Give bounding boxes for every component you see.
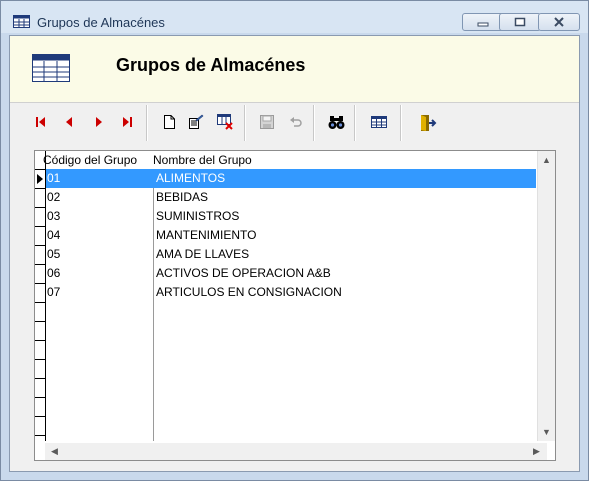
cell-name: SUMINISTROS [156, 209, 240, 223]
next-record-button[interactable] [88, 111, 110, 133]
vertical-scrollbar[interactable]: ▲ ▼ [537, 151, 555, 441]
close-button[interactable] [538, 13, 580, 31]
table-row[interactable]: 04 MANTENIMIENTO [46, 226, 536, 245]
scroll-down-icon[interactable]: ▼ [542, 427, 551, 437]
cell-name: MANTENIMIENTO [156, 228, 257, 242]
table-icon [32, 54, 70, 82]
table-row[interactable]: 05 AMA DE LLAVES [46, 245, 536, 264]
save-button[interactable] [256, 111, 278, 133]
table-row[interactable]: 01 ALIMENTOS [46, 169, 536, 188]
groups-grid[interactable]: Código del Grupo Nombre del Grupo 01 ALI… [34, 150, 556, 461]
grid-view-button[interactable] [368, 111, 390, 133]
horizontal-scrollbar[interactable]: ◀ ▶ [45, 443, 547, 460]
grid-view-icon [371, 116, 387, 128]
cell-code: 06 [47, 266, 61, 280]
exit-button[interactable] [416, 111, 438, 133]
cell-code: 04 [47, 228, 61, 242]
window-title: Grupos de Almacénes [37, 15, 165, 30]
current-row-arrow-icon [37, 174, 43, 184]
toolbar-separator [146, 105, 148, 141]
table-row[interactable]: 02 BEBIDAS [46, 188, 536, 207]
cell-name: ALIMENTOS [156, 171, 226, 185]
page-title: Grupos de Almacénes [116, 55, 306, 75]
undo-icon [290, 117, 302, 127]
table-row[interactable]: 06 ACTIVOS DE OPERACION A&B [46, 264, 536, 283]
toolbar-separator [400, 105, 402, 141]
delete-record-button[interactable] [214, 111, 236, 133]
client-area: Grupos de Almacénes Código del Grupo Nom… [9, 35, 580, 472]
minimize-icon [477, 22, 489, 27]
table-row[interactable]: 07 ARTICULOS EN CONSIGNACION [46, 283, 536, 302]
cell-name: AMA DE LLAVES [156, 247, 250, 261]
next-record-icon [96, 117, 102, 127]
column-header-name[interactable]: Nombre del Grupo [153, 153, 252, 167]
binoculars-search-icon [328, 116, 345, 129]
undo-button[interactable] [285, 111, 307, 133]
cell-code: 01 [47, 171, 61, 185]
last-record-button[interactable] [116, 111, 138, 133]
cell-code: 03 [47, 209, 61, 223]
last-record-icon [123, 117, 132, 127]
edit-record-button[interactable] [185, 111, 207, 133]
previous-record-icon [66, 117, 72, 127]
cell-name: BEBIDAS [156, 190, 209, 204]
table-icon [13, 15, 30, 28]
maximize-button[interactable] [499, 13, 541, 31]
table-row[interactable]: 03 SUMINISTROS [46, 207, 536, 226]
close-icon [554, 17, 564, 27]
cell-code: 07 [47, 285, 61, 299]
scroll-left-icon[interactable]: ◀ [51, 446, 58, 457]
toolbar [10, 102, 579, 143]
search-button[interactable] [325, 111, 347, 133]
previous-record-button[interactable] [58, 111, 80, 133]
form-header: Grupos de Almacénes [10, 36, 579, 102]
column-header-code[interactable]: Código del Grupo [43, 153, 137, 167]
cell-code: 05 [47, 247, 61, 261]
new-record-button[interactable] [158, 111, 180, 133]
title-bar[interactable]: Grupos de Almacénes [1, 1, 588, 33]
toolbar-separator [244, 105, 246, 141]
cell-code: 02 [47, 190, 61, 204]
maximize-icon [514, 17, 526, 27]
toolbar-separator [313, 105, 315, 141]
first-record-icon [36, 117, 45, 127]
row-indicator-column [35, 151, 46, 441]
save-icon [260, 115, 274, 129]
scroll-up-icon[interactable]: ▲ [542, 155, 551, 165]
new-document-icon [164, 115, 175, 129]
cell-name: ARTICULOS EN CONSIGNACION [156, 285, 342, 299]
first-record-button[interactable] [30, 111, 52, 133]
toolbar-separator [354, 105, 356, 141]
edit-record-icon [189, 114, 204, 129]
minimize-button[interactable] [462, 13, 504, 31]
cell-name: ACTIVOS DE OPERACION A&B [156, 266, 331, 280]
scroll-right-icon[interactable]: ▶ [533, 446, 540, 457]
delete-record-icon [217, 114, 233, 130]
exit-door-icon [421, 115, 437, 131]
app-window: Grupos de Almacénes Grupos de Almacénes [0, 0, 589, 481]
